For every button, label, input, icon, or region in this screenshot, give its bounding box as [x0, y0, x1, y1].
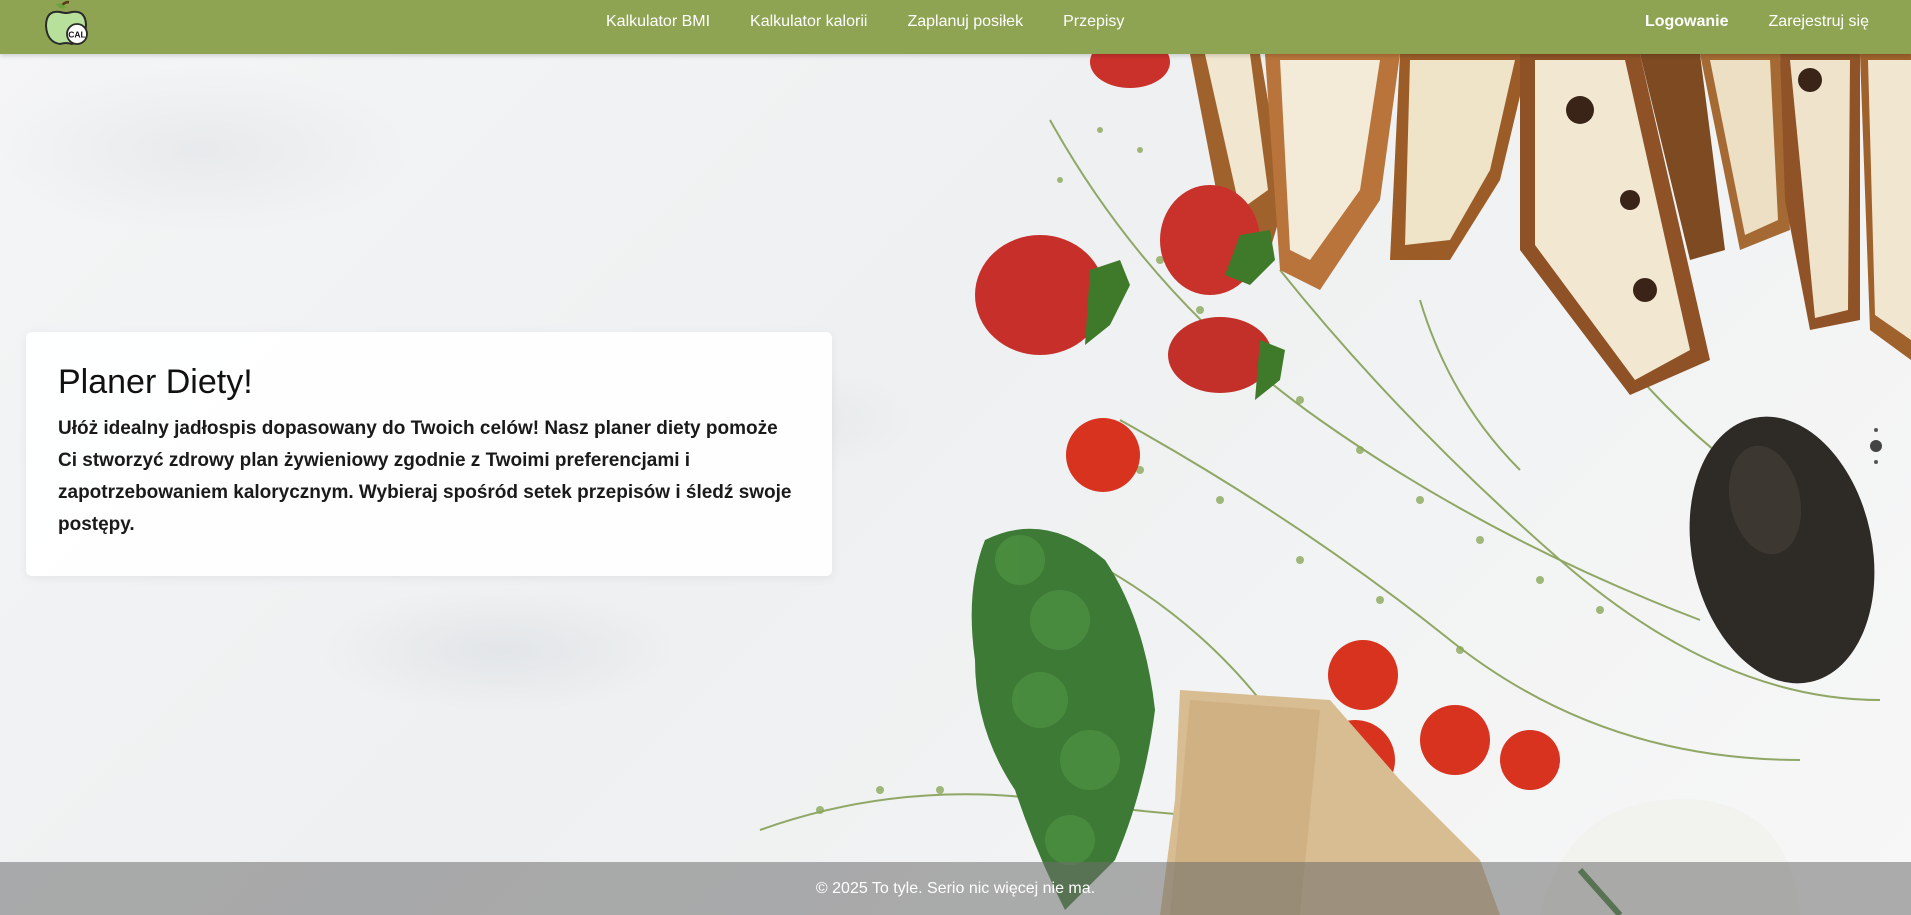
hero-description: Ułóż idealny jadłospis dopasowany do Two…: [58, 417, 792, 535]
nav-link-plan-meal[interactable]: Zaplanuj posiłek: [887, 13, 1043, 31]
login-link[interactable]: Logowanie: [1625, 13, 1749, 31]
carousel-dot-2-active[interactable]: [1870, 440, 1882, 452]
nav-link-calorie-calculator[interactable]: Kalkulator kalorii: [730, 13, 887, 31]
navbar: CAL Kalkulator BMI Kalkulator kalorii Za…: [0, 0, 1911, 54]
hero-card: Planer Diety! Ułóż idealny jadłospis dop…: [26, 332, 832, 576]
apple-logo-icon: CAL: [44, 0, 88, 46]
main-nav: Kalkulator BMI Kalkulator kalorii Zaplan…: [586, 0, 1144, 44]
carousel-dot-1[interactable]: [1874, 428, 1878, 432]
footer: © 2025 To tyle. Serio nic więcej nie ma.: [0, 862, 1911, 915]
nav-link-bmi-calculator[interactable]: Kalkulator BMI: [586, 13, 730, 31]
register-link[interactable]: Zarejestruj się: [1749, 13, 1877, 31]
auth-nav: Logowanie Zarejestruj się: [1625, 0, 1877, 44]
page: CAL Kalkulator BMI Kalkulator kalorii Za…: [0, 0, 1911, 915]
logo-text: CAL: [68, 30, 85, 40]
brand-logo[interactable]: CAL: [40, 0, 94, 48]
hero-title: Planer Diety!: [58, 363, 253, 401]
nav-link-recipes[interactable]: Przepisy: [1043, 13, 1144, 31]
carousel-dot-3[interactable]: [1874, 460, 1878, 464]
footer-copyright: © 2025 To tyle. Serio nic więcej nie ma.: [815, 879, 1096, 897]
carousel-indicators: [1869, 428, 1883, 464]
